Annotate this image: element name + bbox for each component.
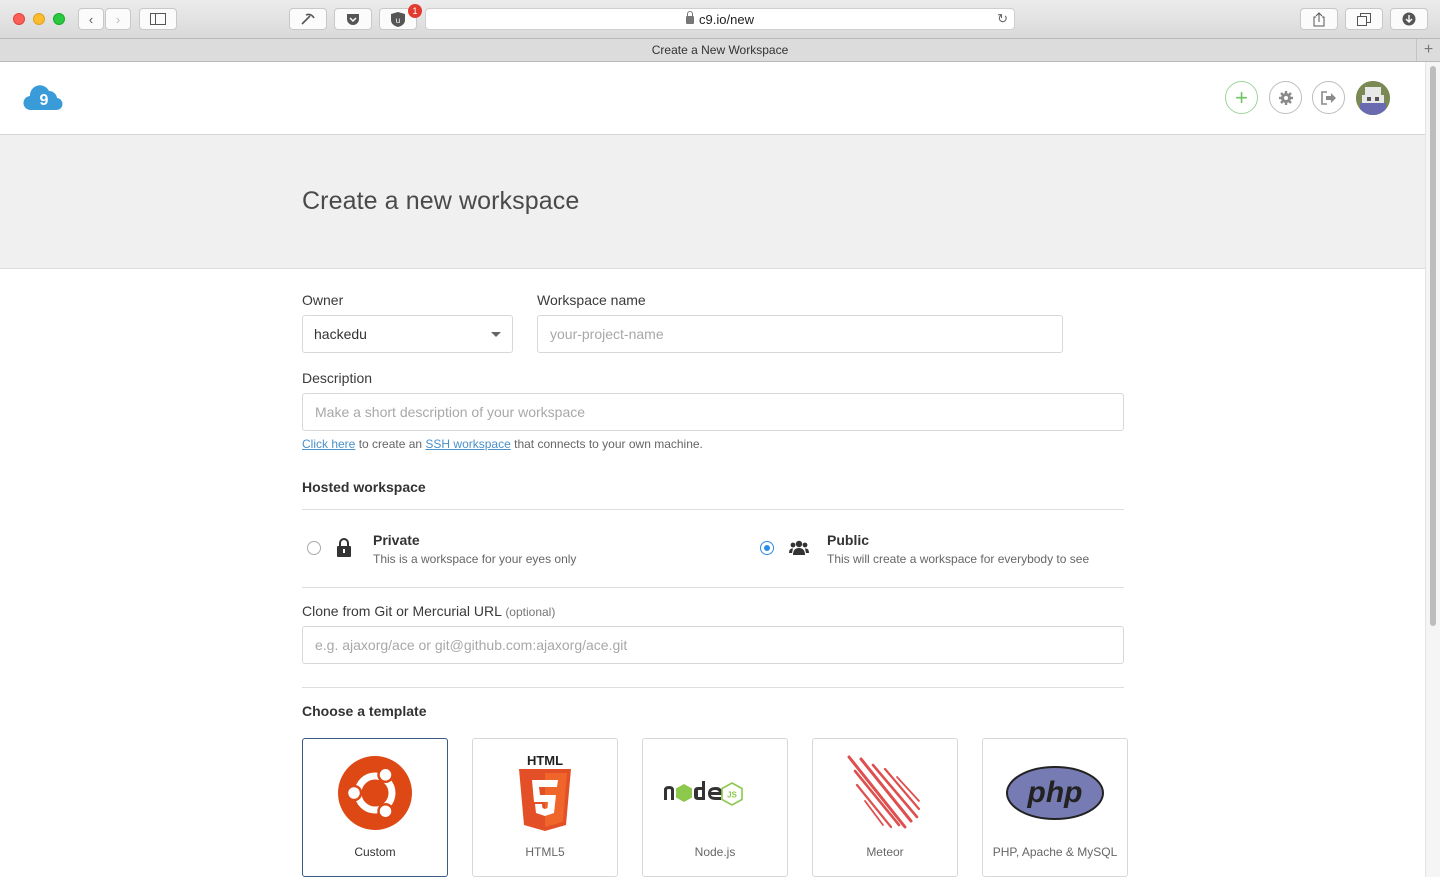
settings-button[interactable] [1269,81,1302,114]
description-label: Description [302,370,373,386]
url-text: c9.io/new [699,11,754,27]
page-scrollbar[interactable] [1425,62,1440,877]
nodejs-icon: JS [643,753,787,833]
template-name: Node.js [694,845,736,859]
logout-button[interactable] [1312,81,1345,114]
app-header: 9 + [0,62,1425,135]
downloads-button[interactable] [1390,8,1428,30]
address-bar[interactable]: c9.io/new ↻ [425,8,1015,30]
pocket-button[interactable] [334,8,372,30]
share-button[interactable] [1300,8,1338,30]
owner-select[interactable]: hackedu [302,315,513,353]
download-icon [1402,12,1416,26]
chevron-left-icon: ‹ [88,11,94,27]
lock-icon [686,11,695,24]
add-workspace-button[interactable]: + [1225,81,1258,114]
tabs-icon [1357,12,1371,26]
back-button[interactable]: ‹ [78,8,104,30]
minimize-window-button[interactable] [33,13,45,25]
extension-button-1[interactable] [289,8,327,30]
avatar-image [1356,81,1390,115]
close-window-button[interactable] [13,13,25,25]
page-title: Create a new workspace [302,187,580,215]
template-name: Custom [354,845,396,859]
sidebar-toggle-button[interactable] [139,8,177,30]
public-title[interactable]: Public [827,532,869,548]
clone-label-text: Clone from Git or Mercurial URL [302,603,502,619]
owner-label: Owner [302,292,344,308]
html5-icon: HTML [473,753,617,833]
extension-badge: 1 [408,4,422,18]
description-input[interactable]: Make a short description of your workspa… [302,393,1124,431]
php-icon: php [983,753,1127,833]
lock-icon [337,538,351,557]
choose-template-title: Choose a template [302,703,427,719]
workspace-name-placeholder: your-project-name [550,326,664,342]
template-name: PHP, Apache & MySQL [992,845,1118,859]
divider [302,509,1124,510]
tab-title[interactable]: Create a New Workspace [652,43,789,57]
template-card-html5[interactable]: HTML HTML5 [472,738,618,877]
cloud9-logo-icon: 9 [23,85,63,111]
new-tab-button[interactable]: + [1416,39,1440,61]
sidebar-icon [150,13,166,25]
optional-tag: (optional) [505,605,556,619]
template-card-nodejs[interactable]: JS Node.js [642,738,788,877]
browser-toolbar: ‹ › u 1 c9.io/new ↻ [0,0,1440,39]
ssh-workspace-link[interactable]: SSH workspace [425,437,510,451]
template-name: Meteor [866,845,904,859]
tabs-overview-button[interactable] [1345,8,1383,30]
pocket-icon [347,13,359,25]
workspace-name-label: Workspace name [537,292,646,308]
template-card-meteor[interactable]: Meteor [812,738,958,877]
template-card-custom[interactable]: Custom [302,738,448,877]
divider [302,587,1124,588]
private-radio[interactable] [307,541,321,555]
clone-url-placeholder: e.g. ajaxorg/ace or git@github.com:ajaxo… [315,637,628,653]
hosted-workspace-title: Hosted workspace [302,479,426,495]
tab-bar: Create a New Workspace + [0,39,1440,62]
divider [302,687,1124,688]
private-desc: This is a workspace for your eyes only [373,552,577,566]
scrollbar-thumb[interactable] [1430,66,1436,626]
ssh-hint: Click here to create an SSH workspace th… [302,437,703,451]
svg-text:u: u [396,16,400,25]
public-radio[interactable] [760,541,774,555]
ubuntu-icon [303,753,447,833]
svg-text:JS: JS [727,791,737,800]
workspace-name-input[interactable]: your-project-name [537,315,1063,353]
gear-icon [1278,90,1293,105]
ublock-icon: u [391,11,405,27]
page-banner: Create a new workspace [0,135,1425,269]
description-placeholder: Make a short description of your workspa… [315,404,586,420]
clone-label: Clone from Git or Mercurial URL (optiona… [302,603,555,619]
hint-text-1: to create an [355,437,426,451]
click-here-link[interactable]: Click here [302,437,355,451]
sign-out-icon [1320,90,1336,105]
zoom-window-button[interactable] [53,13,65,25]
pickaxe-icon [301,13,315,25]
public-desc: This will create a workspace for everybo… [827,552,1090,566]
cloud9-logo[interactable]: 9 [23,84,63,117]
template-card-php[interactable]: php PHP, Apache & MySQL [982,738,1128,877]
template-name: HTML5 [525,845,565,859]
hint-text-2: that connects to your own machine. [510,437,703,451]
avatar[interactable] [1356,81,1390,115]
plus-icon: + [1235,84,1248,110]
svg-text:HTML: HTML [527,753,563,768]
share-icon [1313,11,1325,26]
users-icon [789,540,809,555]
caret-down-icon [491,332,501,337]
chevron-right-icon: › [115,11,121,27]
svg-text:9: 9 [40,92,49,109]
meteor-icon [813,753,957,833]
svg-text:php: php [1027,776,1083,809]
owner-value: hackedu [314,326,367,342]
forward-button[interactable]: › [105,8,131,30]
private-title[interactable]: Private [373,532,420,548]
clone-url-input[interactable]: e.g. ajaxorg/ace or git@github.com:ajaxo… [302,626,1124,664]
reload-icon[interactable]: ↻ [997,11,1008,27]
ublock-button[interactable]: u 1 [379,4,422,30]
